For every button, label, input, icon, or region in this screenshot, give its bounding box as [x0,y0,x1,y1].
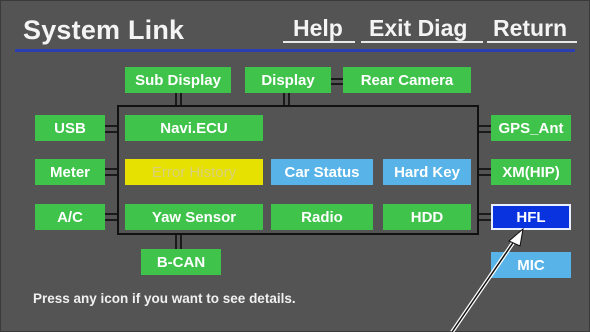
connector-usb [105,125,117,127]
connector-sub-display [175,93,177,105]
connector-display-camera [331,78,343,80]
error-history-button[interactable]: Error History [125,159,263,185]
connector-meter [105,168,117,170]
connector-gps [479,125,491,127]
title-divider [15,49,575,52]
rear-camera-button[interactable]: Rear Camera [343,67,471,93]
yaw-sensor-button[interactable]: Yaw Sensor [125,204,263,230]
sub-display-button[interactable]: Sub Display [125,67,231,93]
return-underline [487,41,577,43]
meter-button[interactable]: Meter [35,159,105,185]
car-status-button[interactable]: Car Status [271,159,373,185]
navi-ecu-button[interactable]: Navi.ECU [125,115,263,141]
connector-meter-2 [105,174,117,176]
gps-ant-button[interactable]: GPS_Ant [491,115,571,141]
connector-gps-2 [479,131,491,133]
help-button[interactable]: Help [293,15,343,42]
connector-usb-2 [105,131,117,133]
connector-bcan-2 [180,235,182,249]
connector-display [283,93,285,105]
ac-button[interactable]: A/C [35,204,105,230]
hfl-button[interactable]: HFL [491,204,571,230]
connector-ac [105,213,117,215]
page-title: System Link [23,15,185,45]
help-underline [283,41,355,43]
hard-key-button[interactable]: Hard Key [383,159,471,185]
connector-hfl-2 [479,219,491,221]
connector-xm-2 [479,174,491,176]
diagnostic-screen: System Link Help Exit Diag Return Sub Di… [0,0,590,332]
instruction-text: Press any icon if you want to see detail… [33,291,296,306]
connector-hfl [479,213,491,215]
exit-diag-underline [361,41,483,43]
connector-display-2 [288,93,290,105]
exit-diag-button[interactable]: Exit Diag [369,15,467,42]
usb-button[interactable]: USB [35,115,105,141]
b-can-button[interactable]: B-CAN [141,249,221,275]
hdd-button[interactable]: HDD [383,204,471,230]
connector-sub-display-2 [180,93,182,105]
connector-display-camera-2 [331,83,343,85]
return-button[interactable]: Return [493,15,567,42]
mic-button[interactable]: MIC [491,252,571,278]
connector-bcan [175,235,177,249]
radio-button[interactable]: Radio [271,204,373,230]
connector-ac-2 [105,219,117,221]
display-button[interactable]: Display [245,67,331,93]
xm-hip-button[interactable]: XM(HIP) [491,159,571,185]
connector-xm [479,168,491,170]
